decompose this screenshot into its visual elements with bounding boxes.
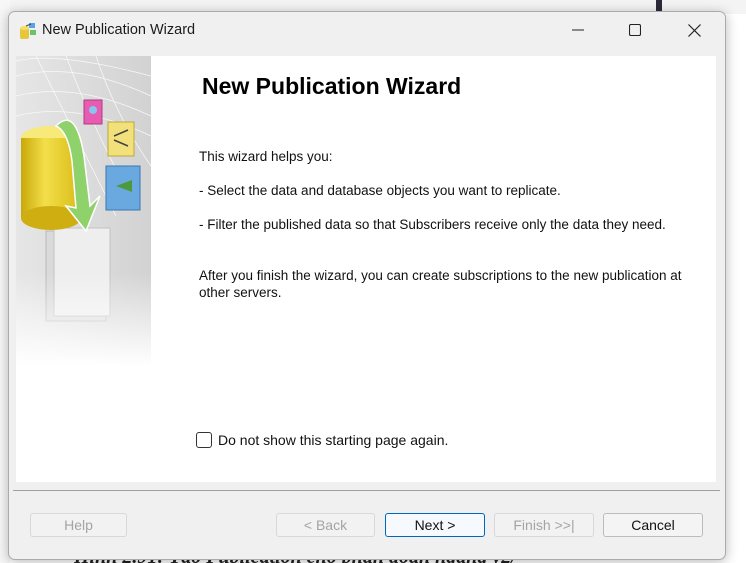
minimize-button[interactable] [555,12,601,48]
help-button[interactable]: Help [30,513,127,537]
back-button[interactable]: < Back [276,513,375,537]
dont-show-again-label[interactable]: Do not show this starting page again. [218,432,448,448]
bullet-select-objects: - Select the data and database objects y… [199,183,561,198]
page-heading: New Publication Wizard [202,73,462,99]
maximize-icon [629,24,641,36]
maximize-button[interactable] [612,12,658,48]
next-button[interactable]: Next > [385,513,485,537]
wizard-content-panel: New Publication Wizard This wizard helps… [16,56,716,482]
cancel-button[interactable]: Cancel [603,513,703,537]
close-button[interactable] [671,12,717,48]
finish-button[interactable]: Finish >>| [494,513,594,537]
wizard-app-icon [18,21,38,41]
window-title: New Publication Wizard [42,22,196,38]
wizard-illustration [16,56,151,366]
after-finish-text: After you finish the wizard, you can cre… [199,268,682,300]
button-bar-separator [13,490,720,491]
title-bar[interactable]: New Publication Wizard [9,12,725,48]
intro-text: This wizard helps you: [199,149,333,164]
minimize-icon [572,29,584,31]
close-icon [688,24,701,37]
bullet-filter-data: - Filter the published data so that Subs… [199,217,666,232]
dont-show-again-checkbox[interactable] [196,432,212,448]
wizard-window: New Publication Wizard New Publication W… [8,11,726,560]
